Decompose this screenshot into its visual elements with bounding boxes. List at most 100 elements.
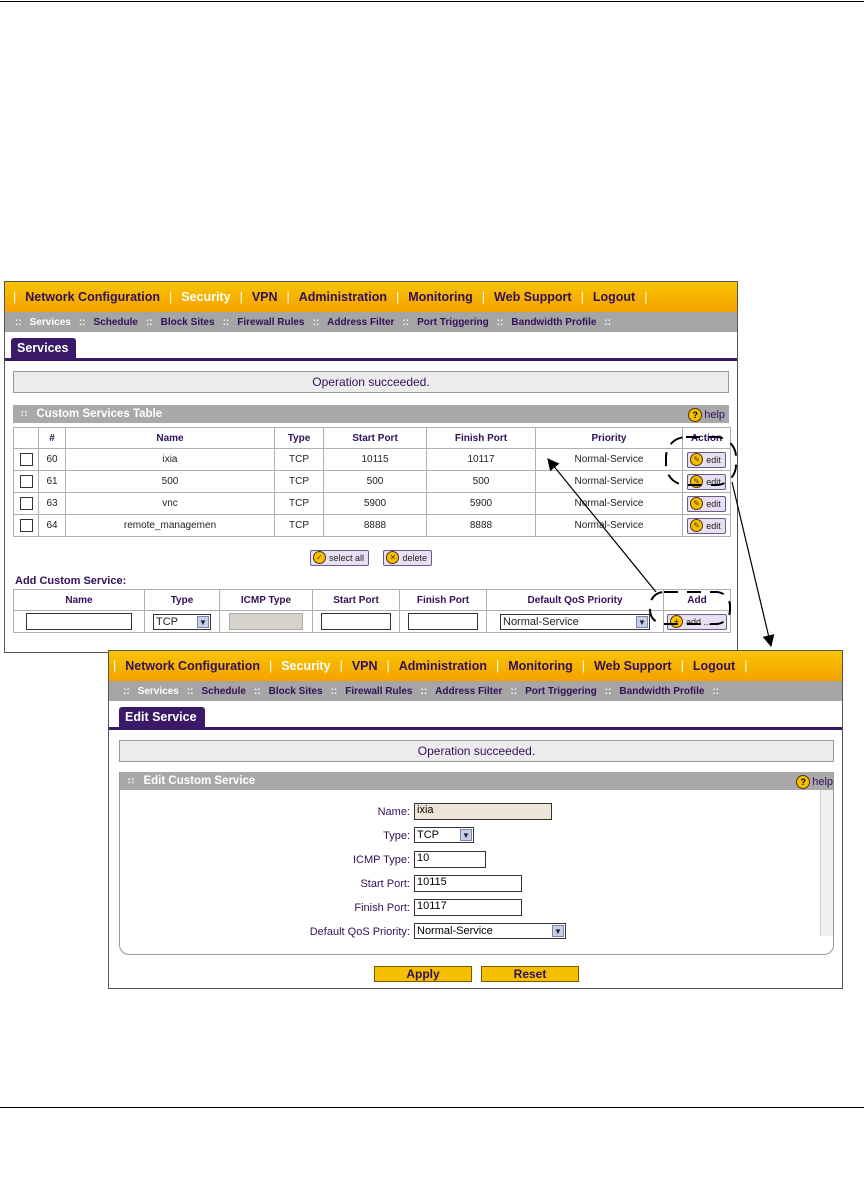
nav-network-configuration[interactable]: Network Configuration <box>25 290 160 304</box>
nav-logout[interactable]: Logout <box>693 659 735 673</box>
add-finish-input[interactable] <box>408 613 478 630</box>
help-icon: ? <box>688 408 703 422</box>
top-rule <box>0 1 864 2</box>
add-button[interactable]: + add ... <box>667 613 727 630</box>
edit-button[interactable]: ✎ edit <box>687 473 726 490</box>
subnav-block-sites[interactable]: Block Sites <box>161 317 215 328</box>
delete-button[interactable]: ✕ delete <box>383 549 432 566</box>
qos-priority-select[interactable]: Normal-Service ▼ <box>414 923 566 939</box>
subnav-address-filter[interactable]: Address Filter <box>327 317 394 328</box>
table-row: 60 ixia TCP 10115 10117 Normal-Service ✎… <box>13 448 731 471</box>
grip-icon: ∷ <box>128 776 135 786</box>
add-input-row: TCP ▼ Normal-Service ▼ + add ... <box>13 610 731 633</box>
row-checkbox[interactable] <box>19 475 33 488</box>
chevron-down-icon: ▼ <box>197 615 209 628</box>
apply-button[interactable]: Apply <box>374 966 472 982</box>
add-start-input[interactable] <box>321 613 391 630</box>
cell-name: ixia <box>65 448 275 471</box>
subnav-port-triggering[interactable]: Port Triggering <box>525 686 597 697</box>
icmp-type-label: ICMP Type: <box>352 854 410 866</box>
subnav-port-triggering[interactable]: Port Triggering <box>417 317 489 328</box>
nav-vpn[interactable]: VPN <box>252 290 278 304</box>
select-all-button[interactable]: ✓ select all <box>310 549 370 566</box>
custom-services-table: # Name Type Start Port Finish Port Prior… <box>13 427 731 537</box>
subnav-services[interactable]: Services <box>138 686 179 697</box>
nav-web-support[interactable]: Web Support <box>494 290 572 304</box>
nav-security[interactable]: Security <box>281 659 330 673</box>
add-col-add: Add <box>663 589 731 611</box>
subnav-bandwidth-profile[interactable]: Bandwidth Profile <box>619 686 704 697</box>
bottom-rule <box>0 1107 864 1108</box>
nav-administration[interactable]: Administration <box>399 659 487 673</box>
nav-network-configuration[interactable]: Network Configuration <box>125 659 260 673</box>
add-name-input[interactable] <box>26 613 132 630</box>
help-link[interactable]: ? help <box>796 773 833 791</box>
nav-logout[interactable]: Logout <box>593 290 635 304</box>
scroll-gutter <box>820 790 833 936</box>
section-title: Edit Custom Service <box>143 775 256 787</box>
row-checkbox[interactable] <box>19 519 33 532</box>
type-select[interactable]: TCP ▼ <box>414 827 474 843</box>
icmp-type-field[interactable]: 10 <box>414 851 486 868</box>
cell-finish: 5900 <box>426 492 536 515</box>
finish-port-field[interactable]: 10117 <box>414 899 522 916</box>
sub-nav: :: Services:: Schedule:: Block Sites:: F… <box>109 681 842 701</box>
section-header: ∷ Edit Custom Service ? help <box>120 772 833 790</box>
row-checkbox[interactable] <box>19 497 33 510</box>
plus-icon: + <box>670 615 683 628</box>
add-type-select[interactable]: TCP ▼ <box>153 613 211 630</box>
start-port-label: Start Port: <box>360 878 410 890</box>
cell-name: 500 <box>65 470 275 493</box>
cell-num: 63 <box>38 492 66 515</box>
add-service-table: Name Type ICMP Type Start Port Finish Po… <box>13 589 731 633</box>
qos-priority-label: Default QoS Priority: <box>309 926 410 938</box>
subnav-firewall-rules[interactable]: Firewall Rules <box>237 317 304 328</box>
start-port-field[interactable]: 10115 <box>414 875 522 892</box>
cell-priority: Normal-Service <box>535 470 683 493</box>
cell-priority: Normal-Service <box>535 492 683 515</box>
chevron-down-icon: ▼ <box>636 615 648 628</box>
edit-button[interactable]: ✎ edit <box>687 517 726 534</box>
section-header: ∷ Custom Services Table ? help <box>13 405 729 423</box>
nav-web-support[interactable]: Web Support <box>594 659 672 673</box>
chevron-down-icon: ▼ <box>460 829 472 841</box>
add-col-start: Start Port <box>312 589 400 611</box>
cell-type: TCP <box>274 470 324 493</box>
cell-start: 5900 <box>323 492 427 515</box>
nav-monitoring[interactable]: Monitoring <box>408 290 473 304</box>
subnav-block-sites[interactable]: Block Sites <box>269 686 323 697</box>
subnav-firewall-rules[interactable]: Firewall Rules <box>345 686 412 697</box>
subnav-schedule[interactable]: Schedule <box>202 686 246 697</box>
add-qos-select[interactable]: Normal-Service ▼ <box>500 613 650 630</box>
cell-start: 500 <box>323 470 427 493</box>
add-header-row: Name Type ICMP Type Start Port Finish Po… <box>13 589 731 611</box>
x-icon: ✕ <box>386 551 400 564</box>
nav-vpn[interactable]: VPN <box>352 659 378 673</box>
subnav-bandwidth-profile[interactable]: Bandwidth Profile <box>511 317 596 328</box>
table-row: 61 500 TCP 500 500 Normal-Service ✎ edit <box>13 470 731 493</box>
reset-button[interactable]: Reset <box>481 966 579 982</box>
cell-priority: Normal-Service <box>535 514 683 537</box>
col-num: # <box>38 427 66 449</box>
name-label: Name: <box>377 806 410 818</box>
subnav-services[interactable]: Services <box>30 317 71 328</box>
help-link[interactable]: ? help <box>688 406 725 424</box>
cell-num: 60 <box>38 448 66 471</box>
row-checkbox[interactable] <box>19 453 33 466</box>
nav-monitoring[interactable]: Monitoring <box>508 659 573 673</box>
edit-button[interactable]: ✎ edit <box>687 451 726 468</box>
finish-port-label: Finish Port: <box>354 902 410 914</box>
nav-administration[interactable]: Administration <box>299 290 387 304</box>
edit-button[interactable]: ✎ edit <box>687 495 726 512</box>
services-screenshot: | Network Configuration | Security | VPN | … <box>4 281 738 653</box>
table-row: 63 vnc TCP 5900 5900 Normal-Service ✎ edi… <box>13 492 731 515</box>
subnav-address-filter[interactable]: Address Filter <box>435 686 502 697</box>
subnav-schedule[interactable]: Schedule <box>94 317 138 328</box>
col-type: Type <box>274 427 324 449</box>
cell-finish: 500 <box>426 470 536 493</box>
nav-security[interactable]: Security <box>181 290 230 304</box>
add-col-qos: Default QoS Priority <box>486 589 664 611</box>
tab-services[interactable]: Services <box>11 338 77 358</box>
pencil-icon: ✎ <box>690 519 704 532</box>
tab-edit-service[interactable]: Edit Service <box>119 707 205 727</box>
